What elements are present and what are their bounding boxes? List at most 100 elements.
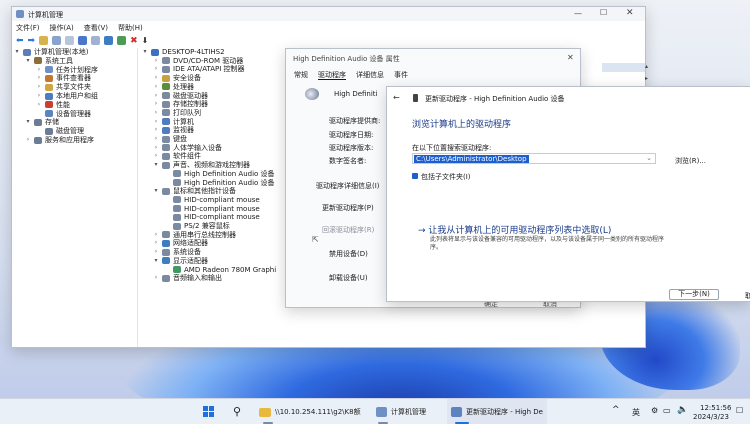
maximize-button[interactable]: ☐ <box>600 8 607 17</box>
tree-node[interactable]: › 服务和应用程序 <box>25 136 94 144</box>
rollback-driver-button[interactable]: 回滚驱动程序(R) <box>322 225 374 235</box>
tab-details[interactable]: 详细信息 <box>356 71 384 79</box>
tree-node[interactable]: HID-compliant mouse <box>164 196 260 204</box>
taskbar-explorer[interactable]: \\10.10.254.111\g2\K8额 <box>259 399 361 424</box>
tree-node[interactable]: High Definition Audio 设备 <box>164 170 275 178</box>
back-icon[interactable]: ⬅ <box>16 36 24 46</box>
scan-hardware-icon[interactable] <box>117 36 127 45</box>
menu-action[interactable]: 操作(A) <box>50 23 74 33</box>
tree-node[interactable]: ▾ 鼠标和其他指针设备 <box>153 187 236 195</box>
tree-node[interactable]: › 系统设备 <box>153 248 201 256</box>
expand-arrow-icon[interactable]: › <box>153 65 159 73</box>
expand-arrow-icon[interactable]: › <box>153 274 159 282</box>
update-cancel-button[interactable]: 取 <box>745 291 750 301</box>
forward-icon[interactable]: ➡ <box>28 36 36 46</box>
clock-date[interactable]: 2024/3/23 <box>693 413 729 421</box>
expand-arrow-icon[interactable]: › <box>36 101 42 109</box>
tree-node[interactable]: › 监视器 <box>153 126 194 134</box>
up-folder-icon[interactable] <box>39 36 49 45</box>
expand-arrow-icon[interactable]: › <box>153 126 159 134</box>
expand-arrow-icon[interactable]: › <box>153 135 159 143</box>
tree-node[interactable]: › 共享文件夹 <box>36 83 91 91</box>
tree-node[interactable]: › 通用串行总线控制器 <box>153 231 236 239</box>
help-icon[interactable] <box>78 36 88 45</box>
uninstall-icon[interactable]: ✖ <box>130 36 138 46</box>
chevron-up-icon[interactable]: ^ <box>612 405 620 415</box>
menu-file[interactable]: 文件(F) <box>16 23 40 33</box>
collapse-arrow-icon[interactable]: ▾ <box>153 187 159 195</box>
expand-arrow-icon[interactable]: › <box>153 83 159 91</box>
ime-mode-icon[interactable]: ⚙ <box>651 406 658 415</box>
menu-help[interactable]: 帮助(H) <box>118 23 143 33</box>
tab-driver[interactable]: 驱动程序 <box>318 71 346 80</box>
network-icon[interactable]: ▭ <box>663 406 671 415</box>
collapse-arrow-icon[interactable]: ▾ <box>153 257 159 265</box>
tree-node[interactable]: › 安全设备 <box>153 74 201 82</box>
tree-node[interactable]: › IDE ATA/ATAPI 控制器 <box>153 65 245 73</box>
include-subfolders-checkbox[interactable] <box>412 173 418 179</box>
tree-node[interactable]: › 存储控制器 <box>153 100 208 108</box>
properties-icon[interactable] <box>65 36 75 45</box>
expand-arrow-icon[interactable]: › <box>36 74 42 82</box>
collapse-arrow-icon[interactable]: ▾ <box>142 48 148 56</box>
tree-node[interactable]: ▾ 显示适配器 <box>153 257 208 265</box>
tree-view-icon[interactable] <box>52 36 62 45</box>
collapse-arrow-icon[interactable]: ▾ <box>153 161 159 169</box>
tree-node[interactable]: › 本地用户和组 <box>36 92 98 100</box>
properties-close-button[interactable]: ✕ <box>567 53 574 62</box>
tree-node[interactable]: AMD Radeon 780M Graphi <box>164 266 276 274</box>
minimize-button[interactable]: — <box>574 9 582 18</box>
tree-node[interactable]: › 键盘 <box>153 135 187 143</box>
tree-node[interactable]: › 打印队列 <box>153 109 201 117</box>
tree-node[interactable]: › 性能 <box>36 101 70 109</box>
expand-arrow-icon[interactable]: › <box>153 231 159 239</box>
tree-node[interactable]: HID-compliant mouse <box>164 213 260 221</box>
back-arrow-icon[interactable]: ← <box>393 93 400 102</box>
volume-icon[interactable]: 🔈 <box>677 405 688 415</box>
details-icon[interactable] <box>91 36 101 45</box>
next-button[interactable]: 下一步(N) <box>669 289 719 300</box>
tree-node[interactable]: › 人体学输入设备 <box>153 144 222 152</box>
tree-node[interactable]: High Definition Audio 设备 <box>164 179 275 187</box>
chevron-down-icon[interactable]: ⌄ <box>646 154 652 162</box>
tree-node[interactable]: ▾ 存储 <box>25 118 59 126</box>
tree-node[interactable]: ▾ 系统工具 <box>25 57 73 65</box>
tree-node[interactable]: PS/2 兼容鼠标 <box>164 222 230 230</box>
collapse-arrow-icon[interactable]: ▾ <box>25 118 31 126</box>
action-pane-arrow[interactable]: ▴ <box>645 63 648 70</box>
title-bar[interactable]: 计算机管理 — ☐ ✕ <box>12 7 645 21</box>
expand-arrow-icon[interactable]: › <box>36 92 42 100</box>
tree-node[interactable]: ▾ DESKTOP-4LTIHS2 <box>142 48 224 56</box>
action-pane-arrow-2[interactable]: ▸ <box>645 75 648 82</box>
search-icon[interactable]: ⚲ <box>233 405 241 418</box>
tree-node[interactable]: ▾ 声音、视频和游戏控制器 <box>153 161 250 169</box>
expand-arrow-icon[interactable]: › <box>153 144 159 152</box>
start-icon[interactable] <box>203 406 214 417</box>
tree-node[interactable]: HID-compliant mouse <box>164 205 260 213</box>
expand-arrow-icon[interactable]: › <box>153 118 159 126</box>
tree-node[interactable]: › 计算机 <box>153 118 194 126</box>
expand-arrow-icon[interactable]: › <box>25 136 31 144</box>
collapse-arrow-icon[interactable]: ▾ <box>14 48 20 56</box>
path-combobox[interactable]: C:\Users\Administrator\Desktop ⌄ <box>412 153 656 164</box>
expand-arrow-icon[interactable]: › <box>153 239 159 247</box>
tree-node[interactable]: › 网络适配器 <box>153 239 208 247</box>
expand-arrow-icon[interactable]: › <box>36 83 42 91</box>
clock-time[interactable]: 12:51:56 <box>700 404 731 412</box>
tree-node[interactable]: › 软件组件 <box>153 152 201 160</box>
expand-arrow-icon[interactable]: › <box>153 74 159 82</box>
close-button[interactable]: ✕ <box>626 8 634 18</box>
uninstall-device-button[interactable]: 卸载设备(U) <box>329 273 368 283</box>
expand-arrow-icon[interactable]: › <box>153 152 159 160</box>
tree-node[interactable]: 磁盘管理 <box>36 127 84 135</box>
browse-button[interactable]: 浏览(R)... <box>675 156 706 166</box>
expand-arrow-icon[interactable]: › <box>36 66 42 74</box>
taskbar-update-driver[interactable]: 更新驱动程序 - High De <box>447 399 547 424</box>
monitor-icon[interactable] <box>104 36 114 45</box>
tab-general[interactable]: 常规 <box>294 71 308 79</box>
tree-node[interactable]: 设备管理器 <box>36 110 91 118</box>
expand-arrow-icon[interactable]: › <box>153 109 159 117</box>
tab-events[interactable]: 事件 <box>394 71 408 79</box>
tree-node[interactable]: › 音频输入和输出 <box>153 274 222 282</box>
tree-node[interactable]: ▾ 计算机管理(本地) <box>14 48 88 56</box>
